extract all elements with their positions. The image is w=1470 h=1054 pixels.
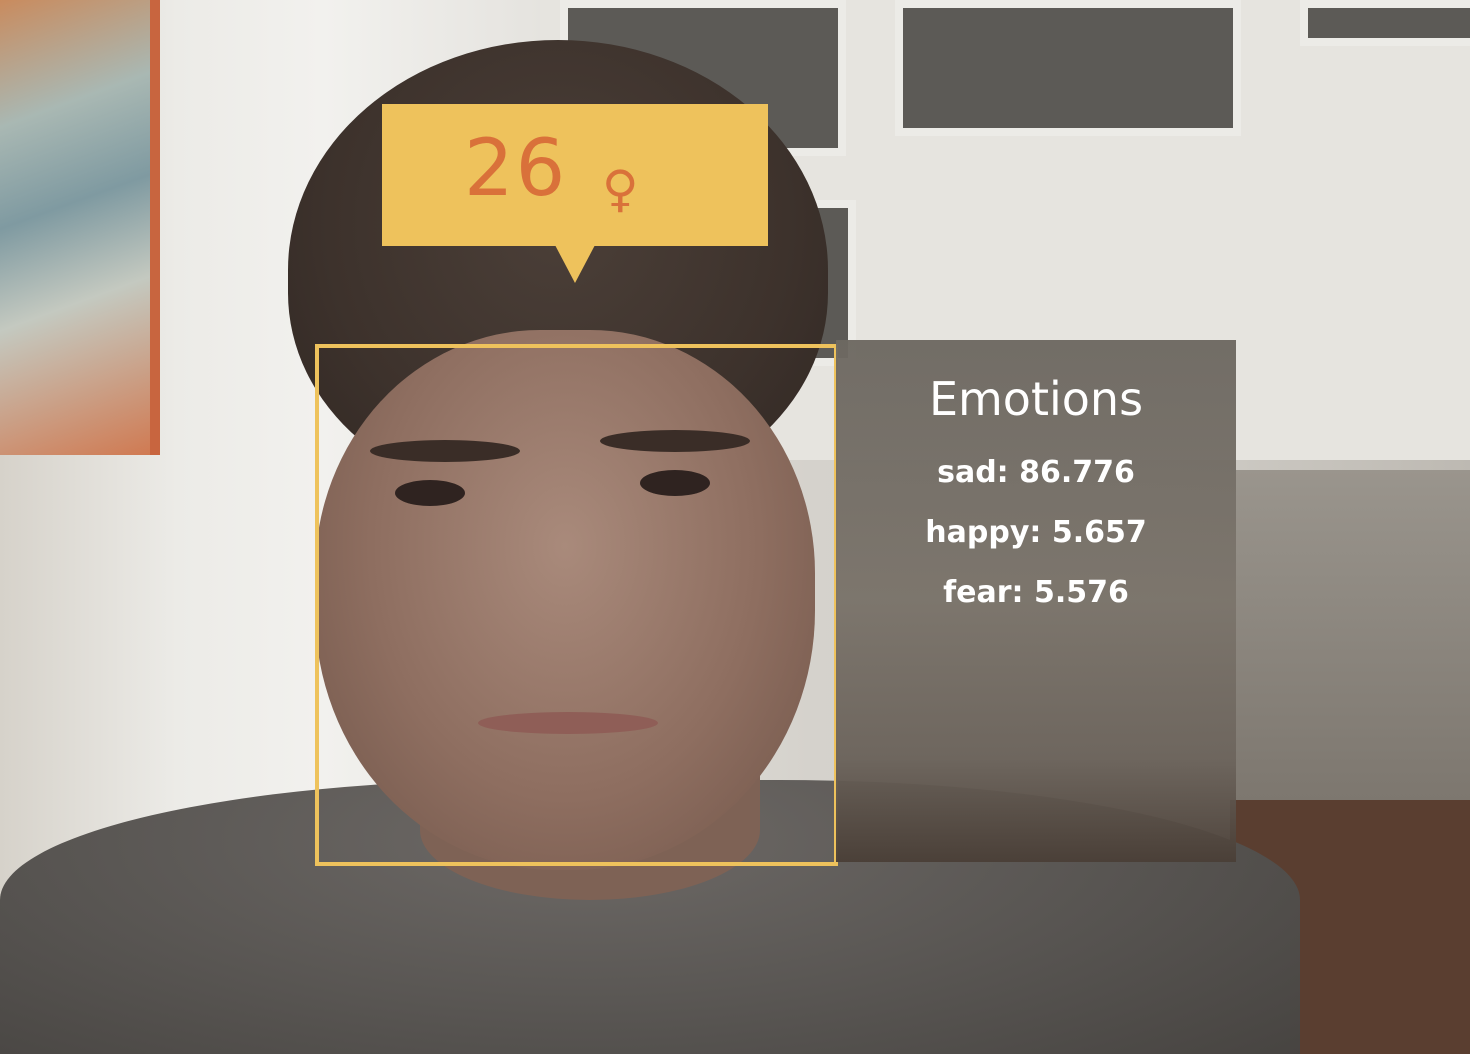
emotion-label: happy: <box>925 515 1042 550</box>
background-picture-frame <box>1236 470 1470 800</box>
wall-painting <box>0 0 160 455</box>
female-symbol-icon: ♀ <box>602 160 639 218</box>
age-gender-badge <box>382 104 768 246</box>
emotion-value: 5.576 <box>1033 575 1129 610</box>
camera-view: 26 ♀ Emotions sad: 86.776 happy: 5.657 f… <box>0 0 1470 1054</box>
emotions-title: Emotions <box>928 372 1144 426</box>
emotion-value: 86.776 <box>1019 455 1135 490</box>
emotion-row-happy: happy: 5.657 <box>836 515 1236 550</box>
emotion-row-fear: fear: 5.576 <box>836 575 1236 610</box>
emotion-label: sad: <box>937 455 1009 490</box>
emotion-label: fear: <box>943 575 1024 610</box>
badge-pointer <box>555 245 595 283</box>
age-value: 26 <box>464 124 568 214</box>
face-detection-box <box>315 344 838 866</box>
emotion-value: 5.657 <box>1051 515 1147 550</box>
emotion-row-sad: sad: 86.776 <box>836 455 1236 490</box>
